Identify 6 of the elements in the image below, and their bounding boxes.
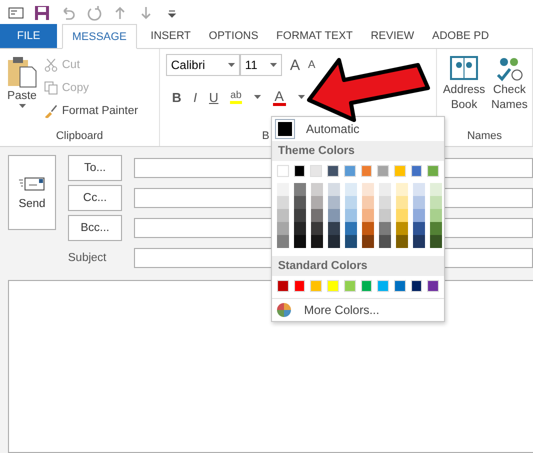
group-label: Names — [466, 129, 503, 144]
standard-colors-heading: Standard Colors — [272, 256, 444, 276]
group-label: B — [262, 129, 270, 144]
theme-colors-heading: Theme Colors — [272, 141, 444, 161]
subject-label: Subject — [68, 252, 108, 264]
group-label: Clipboard — [54, 129, 104, 144]
